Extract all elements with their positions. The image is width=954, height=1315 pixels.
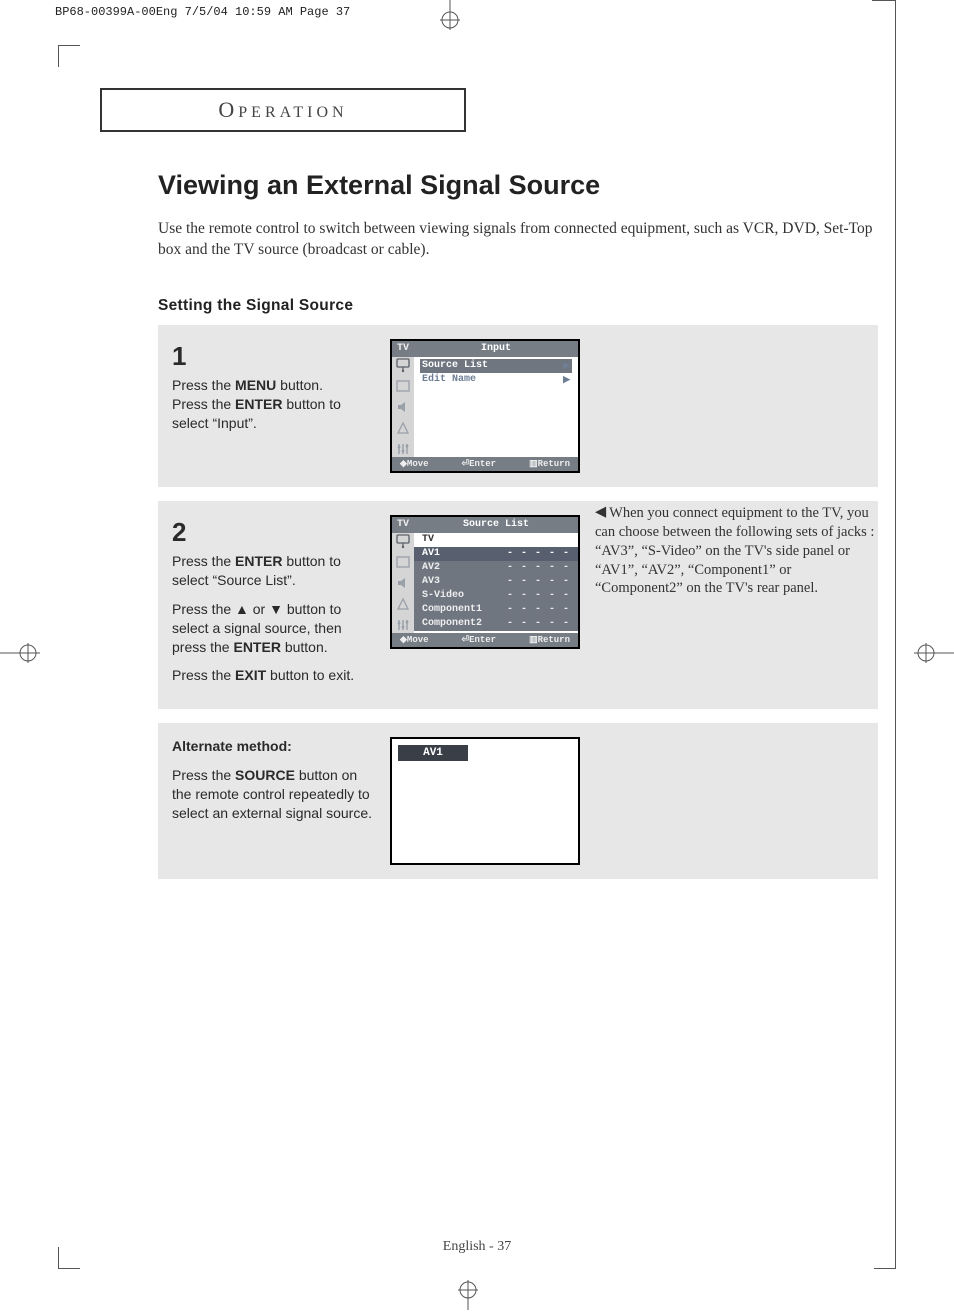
osd-footer: ◆Move ⏎Enter ▥Return [392, 457, 578, 471]
alternate-method-card: Alternate method: Press the SOURCE butto… [158, 723, 878, 879]
osd-source-list: TV Source List TV AV1- - - - -AV2- - - -… [390, 515, 580, 649]
sound-icon [395, 575, 411, 591]
crop-mark-bottom [453, 1280, 483, 1310]
section-tab: OPERATION [100, 88, 466, 132]
play-arrow-icon: ▶ [563, 361, 570, 371]
step-1-text: 1 Press the MENU button. Press the ENTER… [172, 339, 372, 443]
intro-text: Use the remote control to switch between… [158, 219, 878, 261]
osd-row-component1[interactable]: Component1- - - - - [414, 603, 578, 617]
alternate-method-text: Alternate method: Press the SOURCE butto… [172, 737, 372, 833]
osd-row-edit-name[interactable]: Edit Name ▶ [420, 373, 572, 387]
osd-tv-badge: TV [392, 519, 414, 530]
source-banner-label: AV1 [398, 745, 468, 761]
print-header: BP68-00399A-00Eng 7/5/04 10:59 AM Page 3… [55, 5, 350, 19]
return-hint: ▥Return [529, 459, 570, 469]
crop-mark-left [0, 638, 40, 668]
osd-source-banner: AV1 [390, 737, 580, 865]
setup-icon [395, 441, 411, 457]
step-2-text: 2 Press the ENTER button to select “Sour… [172, 515, 372, 695]
channel-icon [395, 596, 411, 612]
picture-icon [395, 554, 411, 570]
step-2-number: 2 [172, 515, 372, 550]
side-note: ◀When you connect equipment to the TV, y… [595, 504, 875, 598]
move-hint: ◆Move [400, 459, 429, 469]
osd-row-tv[interactable]: TV [414, 533, 578, 547]
input-icon [395, 357, 411, 373]
enter-hint: ⏎Enter [462, 635, 497, 645]
step-1-card: 1 Press the MENU button. Press the ENTER… [158, 325, 878, 487]
sound-icon [395, 399, 411, 415]
osd-row-av2[interactable]: AV2- - - - - [414, 561, 578, 575]
return-hint: ▥Return [529, 635, 570, 645]
osd-footer: ◆Move ⏎Enter ▥Return [392, 633, 578, 647]
osd-icon-rail [392, 357, 414, 457]
step-1-number: 1 [172, 339, 372, 374]
move-hint: ◆Move [400, 635, 429, 645]
osd-input-menu: TV Input Source List ▶ Edit [390, 339, 580, 473]
osd-row-av3[interactable]: AV3- - - - - [414, 575, 578, 589]
osd-icon-rail [392, 533, 414, 633]
section-tab-label: PERATION [238, 104, 347, 121]
page-title: Viewing an External Signal Source [158, 170, 878, 201]
osd-tv-badge: TV [392, 343, 414, 354]
crop-mark-top [435, 0, 465, 30]
page-frame-line-top [872, 0, 896, 1]
page-frame-line-right [895, 0, 896, 1260]
osd-row-av1[interactable]: AV1- - - - - [414, 547, 578, 561]
setting-subhead: Setting the Signal Source [158, 297, 878, 315]
setup-icon [395, 617, 411, 633]
enter-hint: ⏎Enter [462, 459, 497, 469]
crop-mark-right [914, 638, 954, 668]
osd-row-source-list[interactable]: Source List ▶ [420, 359, 572, 373]
osd-row-s-video[interactable]: S-Video- - - - - [414, 589, 578, 603]
left-arrow-icon: ◀ [595, 503, 606, 522]
page-footer: English - 37 [0, 1239, 954, 1255]
osd-row-component2[interactable]: Component2- - - - - [414, 617, 578, 631]
input-icon [395, 533, 411, 549]
channel-icon [395, 420, 411, 436]
osd-title: Source List [414, 519, 578, 530]
play-arrow-icon: ▶ [563, 375, 570, 385]
picture-icon [395, 378, 411, 394]
osd-title: Input [414, 343, 578, 354]
corner-mark [58, 45, 80, 67]
